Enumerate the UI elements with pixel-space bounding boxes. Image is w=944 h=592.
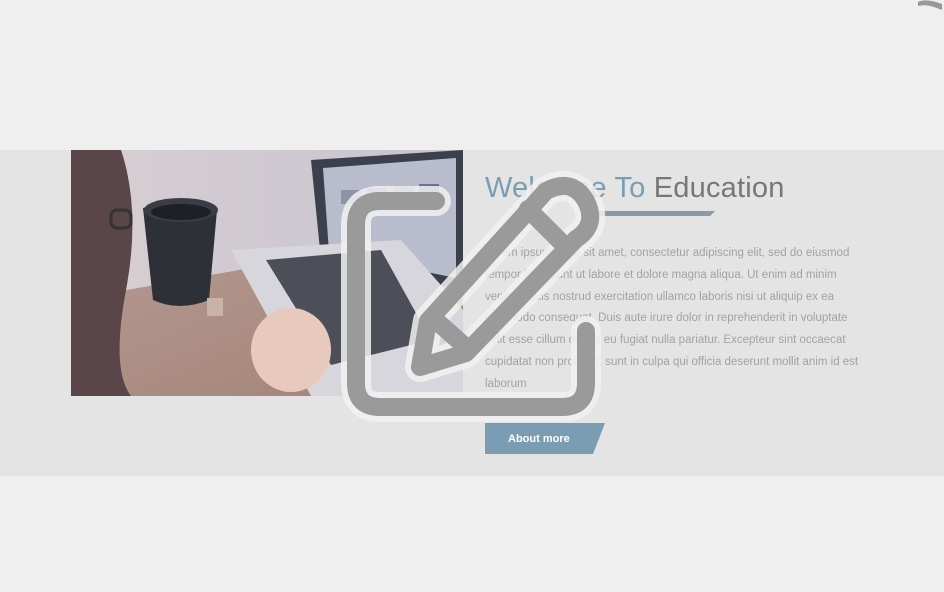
corner-shape-icon	[918, 0, 942, 10]
edit-pencil-icon[interactable]	[328, 153, 618, 443]
page: Welcome To Education Lorem ipsum dolor s…	[0, 0, 944, 592]
heading-main: Education	[653, 172, 785, 204]
